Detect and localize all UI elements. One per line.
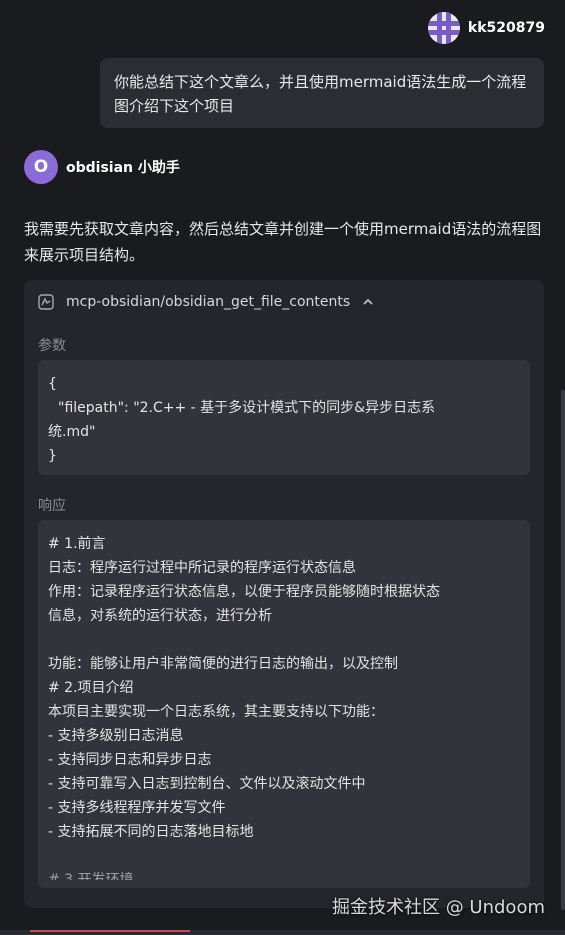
response-line xyxy=(48,628,520,652)
tool-icon xyxy=(38,294,54,310)
user-message-bubble: 你能总结下这个文章么，并且使用mermaid语法生成一个流程图介绍下这个项目 xyxy=(100,58,544,128)
bottom-accent xyxy=(30,930,190,932)
response-box[interactable]: # 1.前言 日志：程序运行过程中所记录的程序运行状态信息 作用：记录程序运行状… xyxy=(38,520,530,888)
assistant-avatar: O xyxy=(24,150,58,184)
response-line: - 支持多级别日志消息 xyxy=(48,728,184,744)
user-avatar[interactable] xyxy=(427,12,460,44)
user-header: kk520879 xyxy=(427,12,545,44)
params-line: "filepath": "2.C++ - 基于多设计模式下的同步&异步日志系 xyxy=(58,400,436,416)
bottom-strip xyxy=(0,930,565,935)
watermark: 掘金技术社区 @ Undoom xyxy=(331,897,545,918)
params-line: 统.md" xyxy=(48,424,96,440)
response-line: - 支持同步日志和异步日志 xyxy=(48,752,212,768)
response-line: - 支持多线程程序并发写文件 xyxy=(48,800,226,816)
response-line: 功能：能够让用户非常简便的进行日志的输出，以及控制 xyxy=(48,656,398,672)
tool-call-name: mcp-obsidian/obsidian_get_file_contents xyxy=(66,294,351,310)
assistant-message: 我需要先获取文章内容，然后总结文章并创建一个使用mermaid语法的流程图来展示… xyxy=(24,220,542,264)
response-label: 响应 xyxy=(38,498,66,514)
chevron-up-icon[interactable] xyxy=(362,296,374,308)
response-line: # 2.项目介绍 xyxy=(48,680,134,696)
response-line: # 1.前言 xyxy=(48,536,106,552)
params-line: } xyxy=(48,448,57,464)
params-line: { xyxy=(48,376,57,392)
params-box: { "filepath": "2.C++ - 基于多设计模式下的同步&异步日志系… xyxy=(38,360,530,475)
response-line xyxy=(48,844,520,868)
response-line: 本项目主要实现一个日志系统，其主要支持以下功能： xyxy=(48,704,384,720)
assistant-header: O obdisian 小助手 xyxy=(24,150,180,184)
response-line: - 支持拓展不同的日志落地目标地 xyxy=(48,824,254,840)
tool-call-card: mcp-obsidian/obsidian_get_file_contents … xyxy=(24,280,544,908)
response-line: 信息，对系统的运行状态，进行分析 xyxy=(48,608,272,624)
response-line: 作用：记录程序运行状态信息，以便于程序员能够随时根据状态 xyxy=(48,584,440,600)
response-line: 日志：程序运行过程中所记录的程序运行状态信息 xyxy=(48,560,356,576)
params-label: 参数 xyxy=(38,338,66,354)
tool-call-header[interactable]: mcp-obsidian/obsidian_get_file_contents xyxy=(38,294,374,310)
user-name: kk520879 xyxy=(467,20,545,36)
page-scrollbar[interactable] xyxy=(561,390,565,910)
response-line: - 支持可靠写入日志到控制台、文件以及滚动文件中 xyxy=(48,776,366,792)
response-line: # 3.开发环境 xyxy=(48,872,134,880)
assistant-name: obdisian 小助手 xyxy=(66,160,180,176)
